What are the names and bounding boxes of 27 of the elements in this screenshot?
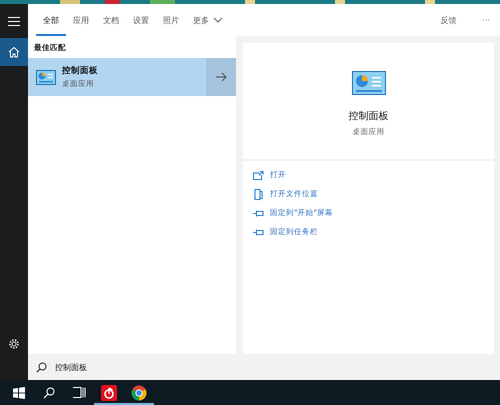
windows-icon [13,386,25,398]
settings-icon [8,338,20,350]
tab[interactable]: 应用 [66,4,96,36]
open-icon [253,170,264,180]
pin-icon [253,210,264,216]
search-icon [43,386,55,398]
search-icon [36,362,47,373]
tab[interactable]: 照片 [156,4,186,36]
pin-icon [253,228,264,236]
tab[interactable]: 更多 [186,4,230,36]
more-options-button[interactable]: ··· [482,16,490,24]
app-title: 控制面板 [348,110,388,123]
feedback-link[interactable]: 反馈 [440,14,456,26]
home-button[interactable] [0,38,28,66]
browser-icon [131,384,147,400]
control-panel-icon [352,71,386,95]
control-panel-icon [36,70,56,84]
tab[interactable]: 设置 [126,4,156,36]
home-icon [8,46,20,58]
task-view-icon [72,387,86,398]
tab[interactable]: 文档 [96,4,126,36]
file-location-icon [253,188,264,200]
arrow-right-icon [215,72,227,82]
search-field[interactable]: 控制面板 [53,362,257,373]
menu-icon[interactable] [8,16,20,26]
music-app-icon [101,384,117,400]
result-title: 控制面板 [62,65,99,77]
